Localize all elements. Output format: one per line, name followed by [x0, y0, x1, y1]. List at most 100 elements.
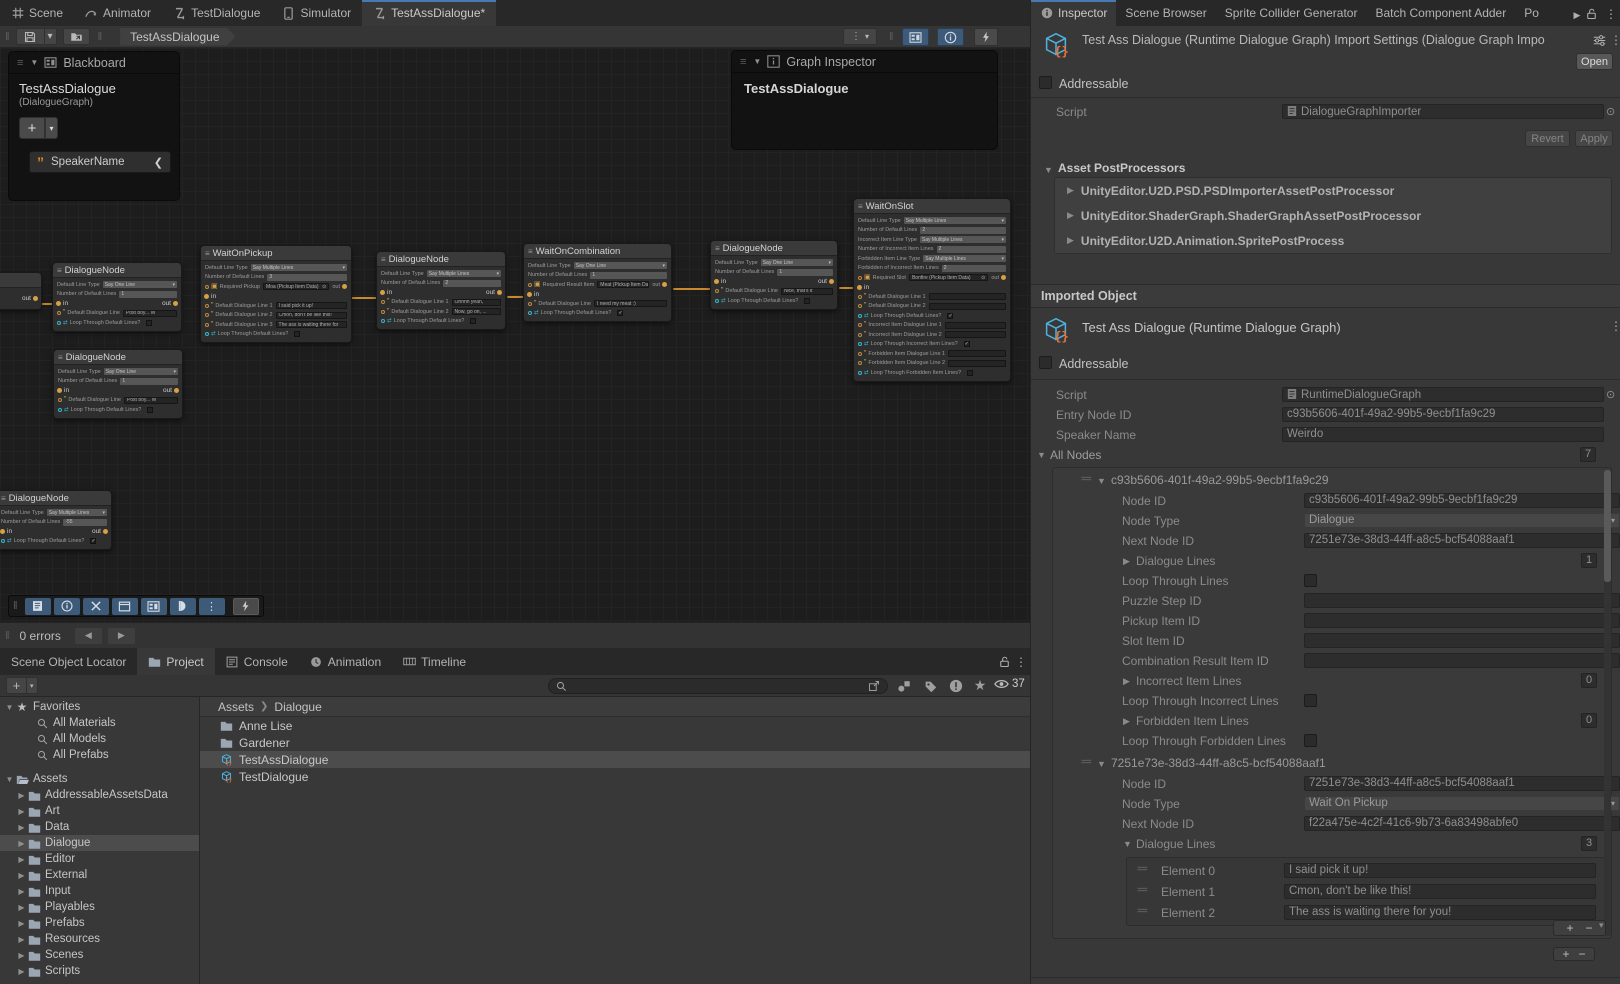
postprocessor-item[interactable]: ▶UnityEditor.U2D.PSD.PSDImporterAssetPos…: [1055, 178, 1611, 203]
port-icon[interactable]: [57, 321, 61, 325]
port-icon[interactable]: [381, 319, 385, 323]
checkbox[interactable]: [967, 370, 973, 376]
drag-handle-icon[interactable]: ==: [1137, 864, 1147, 875]
array-size-field[interactable]: 3: [1581, 836, 1597, 851]
output-port[interactable]: out: [332, 284, 347, 290]
port-icon[interactable]: [858, 295, 862, 299]
file-item-gardener[interactable]: Gardener: [200, 734, 1030, 751]
kebab-menu-icon[interactable]: ⋮: [1603, 6, 1619, 22]
checkbox[interactable]: ✓: [964, 341, 970, 347]
port-icon[interactable]: [528, 283, 532, 287]
editor-tab-animator[interactable]: Animator: [74, 0, 162, 26]
checkbox[interactable]: [470, 318, 476, 324]
window-tab-console[interactable]: Console: [215, 648, 299, 675]
array-size-field[interactable]: 1: [1581, 553, 1597, 568]
tree-item-prefabs[interactable]: ▶Prefabs: [0, 915, 199, 931]
breadcrumb[interactable]: TestAssDialogue: [120, 28, 235, 46]
graph-node-dialoguenode[interactable]: ≡DialogueNode Default Line TypeSay Multi…: [0, 490, 112, 550]
port-icon[interactable]: [205, 332, 209, 336]
presets-icon[interactable]: [1591, 32, 1607, 48]
open-button[interactable]: Open: [1576, 53, 1613, 70]
toolbar-grip[interactable]: ‖: [5, 630, 11, 642]
postprocessors-title[interactable]: Asset PostProcessors: [1058, 161, 1185, 175]
collapse-icon[interactable]: ▼: [753, 57, 761, 66]
project-search[interactable]: [548, 678, 888, 694]
input-port[interactable]: in: [857, 284, 869, 291]
node-enum-field[interactable]: Say Multiple Lines▾: [904, 217, 1006, 224]
graph-edge[interactable]: [673, 288, 711, 290]
script-field[interactable]: DialogueGraphImporter: [1282, 104, 1604, 119]
lock-icon[interactable]: [1583, 6, 1599, 22]
create-asset-dropdown[interactable]: ▾: [26, 677, 38, 694]
checkbox[interactable]: ✓: [90, 538, 96, 544]
inspector-tab-inspector[interactable]: Inspector: [1031, 0, 1116, 26]
hidden-packages-icon[interactable]: [948, 678, 964, 694]
node-item-header[interactable]: ==▼7251e73e-38d3-44ff-a8c5-bcf54088aaf1: [1053, 753, 1611, 774]
port-icon[interactable]: [205, 313, 209, 317]
port-icon[interactable]: [858, 314, 862, 318]
graph-info-button[interactable]: [54, 598, 80, 615]
editor-tab-scene[interactable]: Scene: [0, 0, 74, 26]
text-field[interactable]: [1304, 613, 1620, 628]
foldout-arrow-icon[interactable]: ▼: [1097, 476, 1106, 486]
foldout-arrow-icon[interactable]: ▶: [16, 823, 27, 832]
addressable-checkbox[interactable]: [1039, 76, 1052, 89]
toolbar-grip[interactable]: ‖: [98, 31, 104, 43]
save-button[interactable]: [16, 28, 44, 45]
collapse-field-icon[interactable]: ❮: [154, 156, 163, 169]
window-tab-scene-object-locator[interactable]: Scene Object Locator: [0, 648, 137, 675]
graph-node-dialoguenode[interactable]: ≡DialogueNode Default Line TypeSay One L…: [52, 262, 182, 332]
editor-tab-simulator[interactable]: Simulator: [271, 0, 362, 26]
graph-inspector-panel[interactable]: ≡ ▼ Graph Inspector TestAssDialogue: [731, 50, 998, 150]
file-item-anne-lise[interactable]: Anne Lise: [200, 717, 1030, 734]
node-object-field[interactable]: Moa (Pickup Item Data)⊙: [263, 283, 329, 290]
foldout-arrow-icon[interactable]: ▼: [4, 703, 15, 712]
panel-grip-icon[interactable]: ≡: [17, 57, 24, 69]
output-port[interactable]: out: [22, 295, 38, 302]
window-tab-animation[interactable]: Animation: [299, 648, 392, 675]
foldout-arrow-icon[interactable]: ▶: [1067, 185, 1074, 196]
blackboard-button[interactable]: [141, 598, 167, 615]
node-title[interactable]: ≡DialogueNode: [53, 263, 181, 278]
port-icon[interactable]: [205, 285, 209, 289]
port-icon[interactable]: [858, 276, 862, 280]
port-icon[interactable]: [858, 333, 862, 337]
foldout-arrow-icon[interactable]: ▶: [16, 935, 27, 944]
window-tab-timeline[interactable]: Timeline: [392, 648, 477, 675]
kebab-menu-icon[interactable]: ⋮: [1013, 654, 1029, 670]
foldout-arrow-icon[interactable]: ▶: [16, 919, 27, 928]
file-item-testdialogue[interactable]: {}TestDialogue: [200, 768, 1030, 785]
checkbox[interactable]: [294, 331, 300, 337]
checkbox[interactable]: ✓: [617, 310, 623, 316]
node-text-field[interactable]: [945, 331, 1006, 338]
tree-item-playables[interactable]: ▶Playables: [0, 899, 199, 915]
input-port[interactable]: in: [380, 289, 392, 296]
element-text-field[interactable]: Cmon, don't be like this!: [1284, 884, 1596, 899]
node-enum-field[interactable]: 2: [920, 227, 1006, 234]
graph-node-waitonslot[interactable]: ≡WaitOnSlot Default Line TypeSay Multipl…: [853, 198, 1011, 382]
blackboard-panel[interactable]: ≡ ▼ Blackboard TestAssDialogue (Dialogue…: [8, 51, 180, 201]
object-picker-icon[interactable]: ⊙: [1606, 388, 1615, 401]
tree-item-editor[interactable]: ▶Editor: [0, 851, 199, 867]
node-text-field[interactable]: Nice, that's it: [781, 288, 833, 295]
graph-options-button[interactable]: ⋮ ▾: [843, 28, 877, 45]
tree-item-scripts[interactable]: ▶Scripts: [0, 963, 199, 979]
output-port[interactable]: out: [92, 528, 108, 535]
open-search-window-icon[interactable]: [867, 678, 881, 694]
output-port[interactable]: out: [162, 300, 178, 307]
drag-handle-icon[interactable]: ==: [1081, 757, 1091, 768]
element-text-field[interactable]: The ass is waiting there for you!: [1284, 905, 1596, 920]
foldout-arrow-icon[interactable]: ▼: [1097, 759, 1106, 769]
foldout-arrow-icon[interactable]: ▶: [1067, 210, 1074, 221]
foldout-arrow-icon[interactable]: ▼: [1037, 450, 1046, 460]
window-tab-project[interactable]: Project: [137, 648, 214, 675]
input-port[interactable]: in: [56, 300, 68, 307]
node-object-field[interactable]: Bonfire (Pickup Item Data)⊙: [909, 274, 988, 281]
input-port[interactable]: in: [527, 291, 539, 298]
postprocessor-item[interactable]: ▶UnityEditor.U2D.Animation.SpritePostPro…: [1055, 228, 1611, 253]
lock-icon[interactable]: [996, 654, 1012, 670]
favorite-search-icon[interactable]: ★: [972, 677, 988, 693]
next-error-button[interactable]: ▶: [108, 628, 135, 644]
array-size-field[interactable]: 0: [1581, 713, 1597, 728]
node-title[interactable]: ≡DialogueNode: [0, 491, 111, 506]
